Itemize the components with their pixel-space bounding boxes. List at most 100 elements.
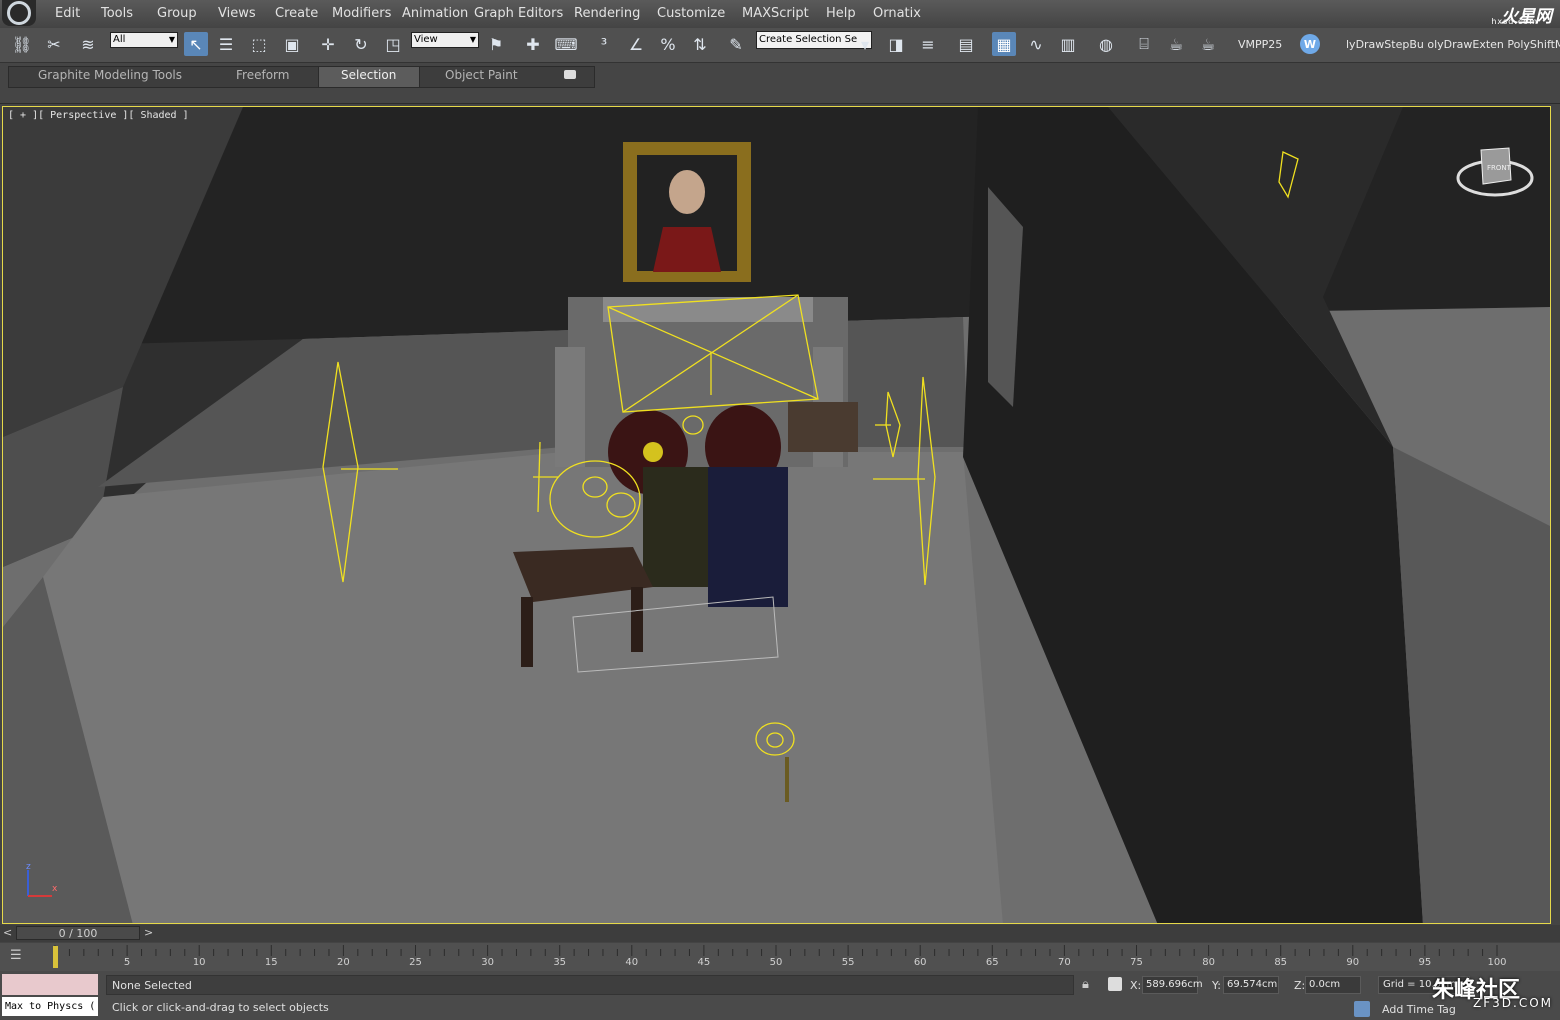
track-tick-label: 95 bbox=[1418, 957, 1432, 968]
select-by-name-icon[interactable]: ☰ bbox=[214, 32, 238, 56]
portrait-face bbox=[669, 170, 705, 214]
select-move-icon[interactable]: ✛ bbox=[316, 32, 340, 56]
time-slider-prev[interactable]: < bbox=[3, 926, 12, 939]
time-slider-track[interactable] bbox=[0, 925, 1560, 942]
track-tick-label: 5 bbox=[123, 957, 131, 968]
axis-z-label: z bbox=[26, 862, 31, 872]
menu-modifiers[interactable]: Modifiers bbox=[332, 6, 391, 21]
edit-named-sets-icon[interactable]: ✎ bbox=[724, 32, 748, 56]
custom-script-buttons[interactable]: lyDrawStepBu olyDrawExten PolyShiftMove … bbox=[1346, 38, 1560, 51]
snap-3d-icon[interactable]: ³ bbox=[592, 32, 616, 56]
current-frame-marker[interactable] bbox=[53, 946, 58, 968]
track-tick-label: 70 bbox=[1058, 957, 1071, 968]
window-crossing-icon[interactable]: ▣ bbox=[280, 32, 304, 56]
scene-render bbox=[3, 107, 1550, 923]
book-pile bbox=[788, 402, 858, 452]
select-object-icon[interactable]: ↖ bbox=[184, 32, 208, 56]
floor-lit bbox=[43, 452, 1003, 923]
track-tick-label: 90 bbox=[1346, 957, 1360, 968]
material-editor-icon[interactable]: ◍ bbox=[1094, 32, 1118, 56]
absolute-mode-transform-icon[interactable] bbox=[1108, 977, 1122, 991]
tab-freeform[interactable]: Freeform bbox=[236, 68, 289, 82]
mirror-icon[interactable]: ◨ bbox=[884, 32, 908, 56]
keyboard-shortcut-icon[interactable]: ⌨ bbox=[554, 32, 578, 56]
track-tick-label: 85 bbox=[1274, 957, 1288, 968]
track-tick-label: 65 bbox=[985, 957, 999, 968]
track-tick-label: 100 bbox=[1487, 957, 1507, 968]
menu-tools[interactable]: Tools bbox=[101, 6, 133, 21]
menu-graph-editors[interactable]: Graph Editors bbox=[474, 6, 563, 21]
track-tick-label: 20 bbox=[337, 957, 350, 968]
track-tick-label: 55 bbox=[841, 957, 855, 968]
viewport-label-menu[interactable]: [ + ][ Perspective ][ Shaded ] bbox=[8, 110, 189, 121]
track-tick-label: 75 bbox=[1130, 957, 1143, 968]
track-tick-label: 50 bbox=[769, 957, 783, 968]
selection-status: None Selected bbox=[106, 975, 1074, 995]
viewcube-front-label: FRONT bbox=[1487, 164, 1512, 172]
brand-url: hxsd.com bbox=[1491, 17, 1538, 26]
selection-filter-dropdown[interactable]: All bbox=[110, 32, 178, 48]
track-tick-label: 15 bbox=[264, 957, 278, 968]
maxscript-mini-listener-input[interactable]: Max to Physcs ( bbox=[2, 997, 98, 1016]
select-rotate-icon[interactable]: ↻ bbox=[349, 32, 373, 56]
time-slider-next[interactable]: > bbox=[144, 926, 153, 939]
track-tick-label: 25 bbox=[409, 957, 422, 968]
time-tag-icon[interactable] bbox=[1354, 1001, 1370, 1017]
menu-customize[interactable]: Customize bbox=[657, 6, 725, 21]
percent-snap-icon[interactable]: % bbox=[656, 32, 680, 56]
tab-object-paint[interactable]: Object Paint bbox=[445, 68, 518, 82]
y-coord-field[interactable]: 69.574cm bbox=[1223, 976, 1279, 994]
z-coord-field[interactable]: 0.0cm bbox=[1305, 976, 1361, 994]
render-production-icon[interactable]: ☕ bbox=[1196, 32, 1220, 56]
menu-help[interactable]: Help bbox=[826, 6, 856, 21]
select-scale-icon[interactable]: ◳ bbox=[381, 32, 405, 56]
angle-snap-icon[interactable]: ∠ bbox=[624, 32, 648, 56]
viewcube[interactable]: FRONT bbox=[1455, 138, 1535, 204]
x-coord-label: X: bbox=[1130, 979, 1142, 992]
track-tick-label: 30 bbox=[481, 957, 494, 968]
selection-lock-icon[interactable]: 🔒︎ bbox=[1082, 977, 1089, 992]
select-manipulate-icon[interactable]: ✚ bbox=[521, 32, 545, 56]
align-icon[interactable]: ≡ bbox=[916, 32, 940, 56]
named-selection-dropdown-icon[interactable]: ▾ bbox=[858, 32, 872, 56]
graphite-toggle-icon[interactable]: ▦ bbox=[992, 32, 1016, 56]
axis-tripod: z x bbox=[26, 862, 58, 897]
spinner-snap-icon[interactable]: ⇅ bbox=[688, 32, 712, 56]
y-coord-label: Y: bbox=[1212, 979, 1221, 992]
perspective-viewport[interactable] bbox=[2, 106, 1551, 924]
rectangular-region-icon[interactable]: ⬚ bbox=[247, 32, 271, 56]
ribbon-options-icon[interactable] bbox=[564, 70, 576, 79]
tab-selection[interactable]: Selection bbox=[341, 68, 396, 82]
figure-left bbox=[643, 467, 708, 587]
plugin-round-button[interactable]: W bbox=[1300, 34, 1320, 54]
app-logo-button[interactable] bbox=[2, 0, 36, 26]
reference-coordinate-dropdown[interactable]: View bbox=[411, 32, 479, 48]
track-tick-label: 40 bbox=[625, 957, 639, 968]
schematic-view-icon[interactable]: ▥ bbox=[1056, 32, 1080, 56]
menu-maxscript[interactable]: MAXScript bbox=[742, 6, 809, 21]
add-time-tag-button[interactable]: Add Time Tag bbox=[1382, 1003, 1456, 1016]
tab-graphite-modeling-tools[interactable]: Graphite Modeling Tools bbox=[38, 68, 182, 82]
bind-space-warp-icon[interactable]: ≋ bbox=[76, 32, 100, 56]
menu-ornatix[interactable]: Ornatix bbox=[873, 6, 921, 21]
rendered-frame-icon[interactable]: ☕ bbox=[1164, 32, 1188, 56]
menu-group[interactable]: Group bbox=[157, 6, 197, 21]
link-icon[interactable]: ⛓ bbox=[10, 32, 34, 56]
use-pivot-icon[interactable]: ⚑ bbox=[484, 32, 508, 56]
menu-animation[interactable]: Animation bbox=[402, 6, 468, 21]
x-coord-field[interactable]: 589.696cm bbox=[1142, 976, 1203, 994]
menu-create[interactable]: Create bbox=[275, 6, 318, 21]
unlink-icon[interactable]: ✂ bbox=[42, 32, 66, 56]
curve-editor-icon[interactable]: ∿ bbox=[1024, 32, 1048, 56]
layer-manager-icon[interactable]: ▤ bbox=[954, 32, 978, 56]
menu-views[interactable]: Views bbox=[218, 6, 256, 21]
render-setup-icon[interactable]: ⌸ bbox=[1132, 32, 1156, 56]
time-slider-thumb[interactable]: 0 / 100 bbox=[16, 926, 140, 940]
hair-highlight bbox=[643, 442, 663, 462]
maxscript-mini-listener-output[interactable] bbox=[2, 974, 98, 995]
track-tick-label: 60 bbox=[913, 957, 927, 968]
vmpp-button[interactable]: VMPP25 bbox=[1238, 38, 1282, 51]
named-selection-set-input[interactable]: Create Selection Se bbox=[756, 31, 872, 49]
menu-edit[interactable]: Edit bbox=[55, 6, 80, 21]
menu-rendering[interactable]: Rendering bbox=[574, 6, 640, 21]
